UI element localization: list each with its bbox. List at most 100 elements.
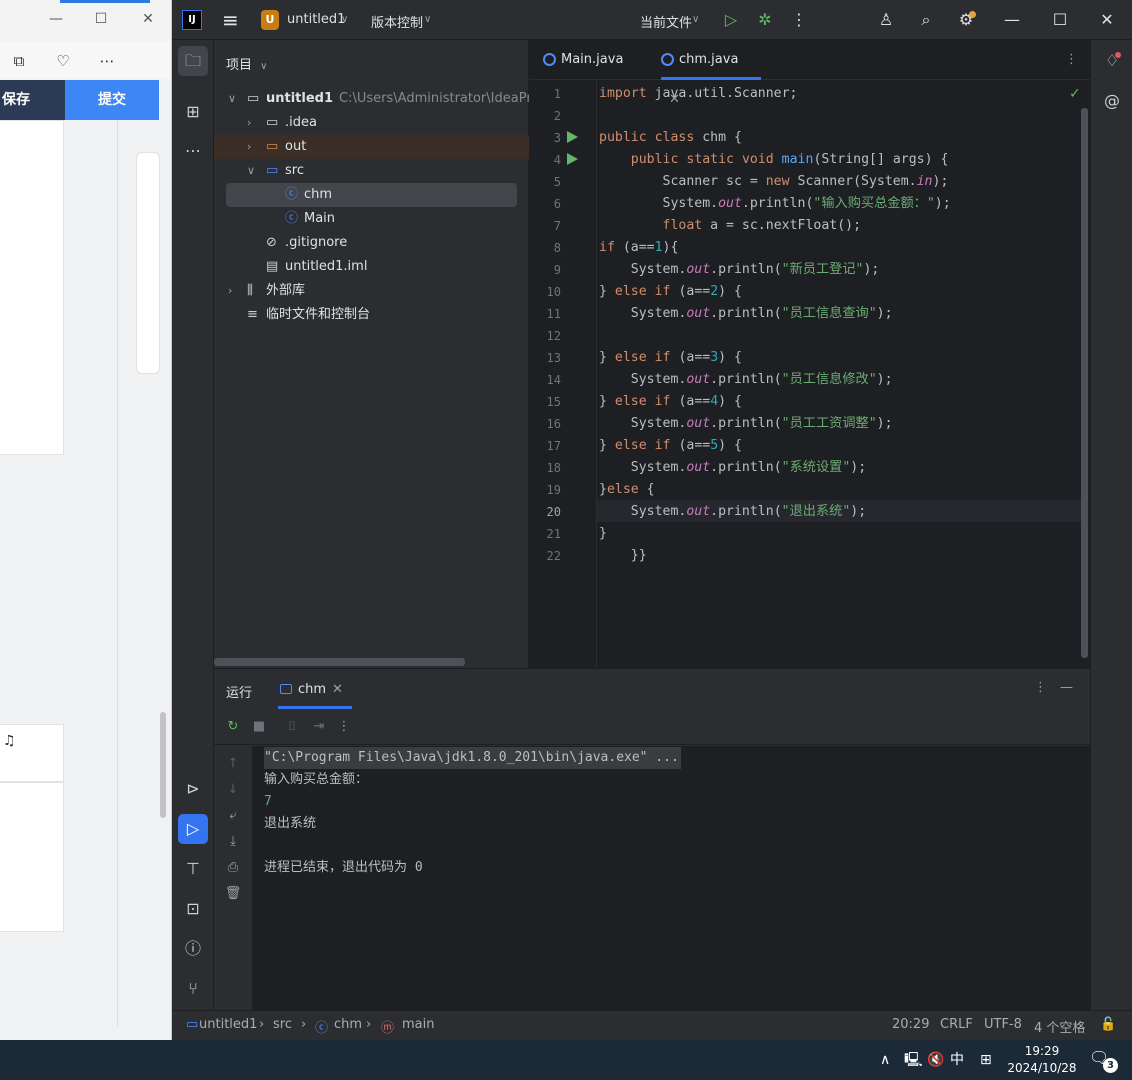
build-tool-icon[interactable]: ⊤ (178, 854, 208, 884)
chevron-right-icon[interactable]: › (247, 135, 259, 159)
caret-position[interactable]: 20:29 (892, 1017, 929, 1032)
debug-icon[interactable]: ✲ (754, 9, 776, 31)
close-tab-icon[interactable]: ✕ (332, 682, 343, 697)
scroll-to-end-icon[interactable]: ⤓ (223, 832, 243, 852)
clear-trash-icon[interactable]: 🗑 (223, 884, 243, 904)
hide-panel-icon[interactable]: — (1060, 680, 1073, 695)
soft-wrap-icon[interactable]: ⤶ (223, 806, 243, 826)
volume-muted-icon[interactable]: 🔇 (927, 1040, 944, 1080)
search-icon[interactable]: ⌕ (915, 9, 937, 31)
run-class-icon[interactable] (567, 131, 578, 143)
print-icon[interactable]: ⎙ (223, 858, 243, 878)
tree-item-untitled1[interactable]: ∨ ▭ untitled1 C:\Users\Administrator\Idea… (214, 87, 529, 111)
project-tool-icon[interactable]: 🗀 (178, 46, 208, 76)
close-icon[interactable]: ✕ (1096, 9, 1118, 31)
tab-main-java[interactable]: Main.java (543, 40, 623, 80)
minimize-icon[interactable]: — (1001, 9, 1023, 31)
git-icon[interactable]: ⑂ (178, 974, 208, 1004)
add-user-icon[interactable]: ♙ (875, 9, 897, 31)
code-line[interactable]: System.out.println("新员工登记"); (599, 259, 880, 281)
code-line[interactable]: } (599, 523, 607, 545)
problems-icon[interactable]: ⓘ (178, 934, 208, 964)
code-line[interactable]: public class chm { (599, 127, 742, 149)
system-clock[interactable]: 19:29 2024/10/28 (1004, 1043, 1080, 1077)
code-line[interactable]: } else if (a==3) { (599, 347, 742, 369)
maximize-icon[interactable]: ☐ (1049, 9, 1071, 31)
code-line[interactable]: System.out.println("退出系统"); (599, 501, 866, 523)
main-menu-icon[interactable]: ≡ (222, 8, 239, 32)
stop-icon[interactable]: ■ (249, 717, 269, 737)
breadcrumb-item[interactable]: chm (334, 1017, 362, 1032)
run-tab-chm[interactable]: chm ✕ (278, 669, 352, 709)
notification-center-icon[interactable]: 🗨 3 (1089, 1048, 1118, 1073)
lock-icon[interactable]: 🔓 (1100, 1017, 1116, 1032)
collections-icon[interactable]: ⧉ (8, 50, 30, 72)
run-main-icon[interactable] (567, 153, 578, 165)
chevron-right-icon[interactable]: › (247, 111, 259, 135)
code-line[interactable]: System.out.println("系统设置"); (599, 457, 866, 479)
ai-assistant-icon[interactable]: @ (1097, 86, 1127, 116)
tab-options-icon[interactable]: ⋮ (1065, 40, 1078, 80)
tree-item-main[interactable]: ⓒ Main (214, 207, 529, 231)
indent-setting[interactable]: 4 个空格 (1034, 1017, 1085, 1036)
browser-essentials-icon[interactable]: ♡ (52, 50, 74, 72)
code-line[interactable]: public static void main(String[] args) { (599, 149, 949, 171)
run-config-selector[interactable]: 当前文件 (640, 12, 692, 31)
chevron-down-icon[interactable]: ∨ (247, 159, 259, 183)
tree-item-out[interactable]: › ▭ out (214, 135, 529, 159)
more-tools-icon[interactable]: ⋯ (178, 136, 208, 166)
code-line[interactable]: System.out.println("员工工资调整"); (599, 413, 893, 435)
breadcrumb-item[interactable]: src (273, 1017, 292, 1032)
code-line[interactable]: float a = sc.nextFloat(); (599, 215, 862, 237)
camera-icon[interactable]: ⌷ (282, 717, 302, 737)
ime-indicator[interactable]: 中 (950, 1040, 964, 1080)
network-icon[interactable]: 🖳 (904, 1040, 923, 1080)
services-icon[interactable]: ⊳ (178, 774, 208, 804)
code-line[interactable]: } else if (a==5) { (599, 435, 742, 457)
project-hscrollbar[interactable] (214, 658, 465, 666)
more-options-icon[interactable]: ⋯ (96, 50, 118, 72)
tree-item-chm[interactable]: ⓒ chm (214, 183, 529, 207)
maximize-icon[interactable]: ☐ (92, 10, 110, 28)
project-selector[interactable]: untitled1 (287, 12, 345, 27)
chevron-right-icon[interactable]: › (228, 279, 240, 303)
submit-button[interactable]: 提交 (65, 80, 159, 120)
code-line[interactable]: Scanner sc = new Scanner(System.in); (599, 171, 949, 193)
code-line[interactable]: System.out.println("员工信息修改"); (599, 369, 893, 391)
code-line[interactable]: } else if (a==4) { (599, 391, 742, 413)
code-line[interactable]: } else if (a==2) { (599, 281, 742, 303)
browser-scrollbar[interactable] (160, 712, 166, 818)
vcs-menu[interactable]: 版本控制 (371, 12, 423, 31)
tree-item-external-libraries[interactable]: › ⫼ 外部库 (214, 279, 529, 303)
show-hidden-icons-icon[interactable]: ∧ (880, 1040, 890, 1080)
tab-chm-java[interactable]: chm.java ✕ (661, 40, 761, 107)
more-actions-icon[interactable]: ⋮ (334, 717, 354, 737)
code-line[interactable]: import java.util.Scanner; (599, 83, 798, 105)
editor-vscrollbar[interactable] (1081, 108, 1088, 658)
tree-item-scratches[interactable]: ≡ 临时文件和控制台 (214, 303, 529, 327)
arrow-down-icon[interactable]: ↓ (223, 780, 243, 800)
minimize-icon[interactable]: — (47, 10, 65, 28)
tree-item-src[interactable]: ∨ ▭ src (214, 159, 529, 183)
close-icon[interactable]: ✕ (139, 10, 157, 28)
code-line[interactable]: }} (599, 545, 647, 567)
run-tool-icon[interactable]: ▷ (178, 814, 208, 844)
project-panel-title[interactable]: 项目 ∨ (226, 54, 267, 73)
save-button[interactable]: 保存 (0, 80, 65, 120)
arrow-up-icon[interactable]: ↑ (223, 754, 243, 774)
restore-layout-icon[interactable]: ⇥ (309, 717, 329, 737)
chevron-down-icon[interactable]: ∨ (228, 87, 240, 111)
rerun-icon[interactable]: ↻ (223, 717, 243, 737)
line-separator[interactable]: CRLF (940, 1017, 973, 1032)
breadcrumb-item[interactable]: main (402, 1017, 434, 1032)
notifications-icon[interactable]: ♢ (1097, 46, 1127, 76)
run-options-icon[interactable]: ⋮ (1034, 680, 1047, 695)
code-line[interactable]: System.out.println("员工信息查询"); (599, 303, 893, 325)
console-output[interactable]: "C:\Program Files\Java\jdk1.8.0_201\bin\… (252, 746, 1090, 1011)
breadcrumb-item[interactable]: untitled1 (199, 1017, 257, 1032)
ime-mode-icon[interactable]: ⊞ (980, 1040, 992, 1080)
file-encoding[interactable]: UTF-8 (984, 1017, 1022, 1032)
tree-item-iml[interactable]: ▤ untitled1.iml (214, 255, 529, 279)
terminal-icon[interactable]: ⊡ (178, 894, 208, 924)
project-badge[interactable]: U (261, 10, 279, 30)
